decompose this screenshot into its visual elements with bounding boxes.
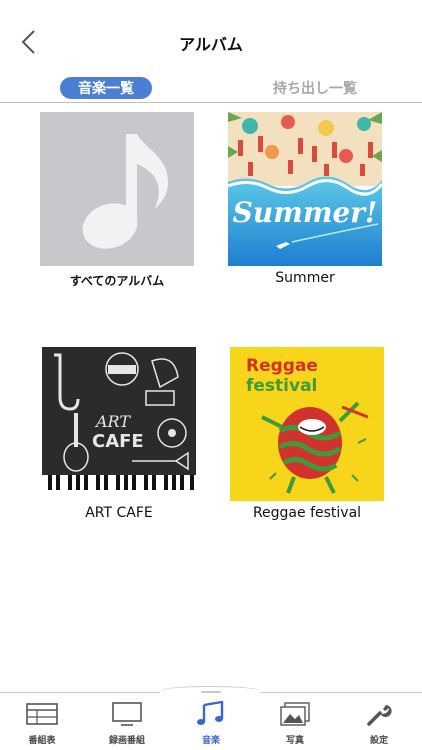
tab-recordings[interactable]: 録画番組 — [92, 701, 162, 747]
album-label: Reggae festival — [252, 505, 362, 521]
music-note-icon — [82, 134, 168, 249]
tab-label: 番組表 — [28, 736, 56, 746]
album-cover: Reggae festival — [230, 347, 384, 501]
photo-icon — [278, 701, 312, 727]
album-label: ART CAFE — [85, 505, 153, 521]
tab-program-guide[interactable]: 番組表 — [7, 701, 77, 747]
album-art-cafe[interactable]: ART CAFE ART CAFE — [42, 347, 196, 521]
page-title: アルバム — [179, 35, 243, 54]
album-cover — [40, 112, 194, 266]
svg-text:festival: festival — [246, 376, 317, 396]
tab-music-list[interactable]: 音楽一覧 — [60, 77, 152, 99]
svg-text:Summer!: Summer! — [233, 196, 378, 229]
svg-text:ART: ART — [94, 412, 131, 431]
tv-icon — [110, 701, 144, 727]
album-all[interactable]: すべてのアルバム — [40, 112, 194, 289]
tabbar-handle[interactable] — [201, 691, 221, 693]
tab-takeout-list[interactable]: 持ち出し一覧 — [262, 77, 368, 99]
tab-label: 音楽 — [201, 736, 220, 746]
tab-label: 写真 — [285, 736, 304, 746]
album-label: すべてのアルバム — [69, 274, 165, 288]
reggae-festival-art: Reggae festival — [230, 347, 384, 501]
album-cover: Summer! — [228, 112, 382, 266]
tab-photos[interactable]: 写真 — [260, 701, 330, 747]
music-icon — [194, 701, 228, 727]
album-cover: ART CAFE — [42, 347, 196, 501]
wrench-icon — [362, 701, 396, 727]
tab-label: 録画番組 — [108, 736, 145, 746]
svg-text:CAFE: CAFE — [92, 431, 144, 452]
art-cafe-art: ART CAFE — [42, 347, 196, 501]
bottom-tab-bar: 番組表 録画番組 音楽 写真 設定 — [0, 686, 422, 750]
tab-settings[interactable]: 設定 — [344, 701, 414, 747]
tab-label: 設定 — [369, 736, 388, 746]
album-reggae-festival[interactable]: Reggae festival Reggae festival — [230, 347, 384, 521]
album-label: Summer — [275, 270, 335, 286]
summer-beach-art: Summer! — [228, 112, 382, 266]
header: アルバム — [0, 0, 422, 80]
screen: アルバム 音楽一覧 持ち出し一覧 すべてのアルバム Summer! Summer… — [0, 0, 422, 750]
segment-tabs: 音楽一覧 持ち出し一覧 — [0, 75, 422, 103]
tab-music[interactable]: 音楽 — [176, 701, 246, 747]
album-summer[interactable]: Summer! Summer — [228, 112, 382, 286]
svg-text:Reggae: Reggae — [246, 356, 318, 376]
program-guide-icon — [25, 701, 59, 727]
